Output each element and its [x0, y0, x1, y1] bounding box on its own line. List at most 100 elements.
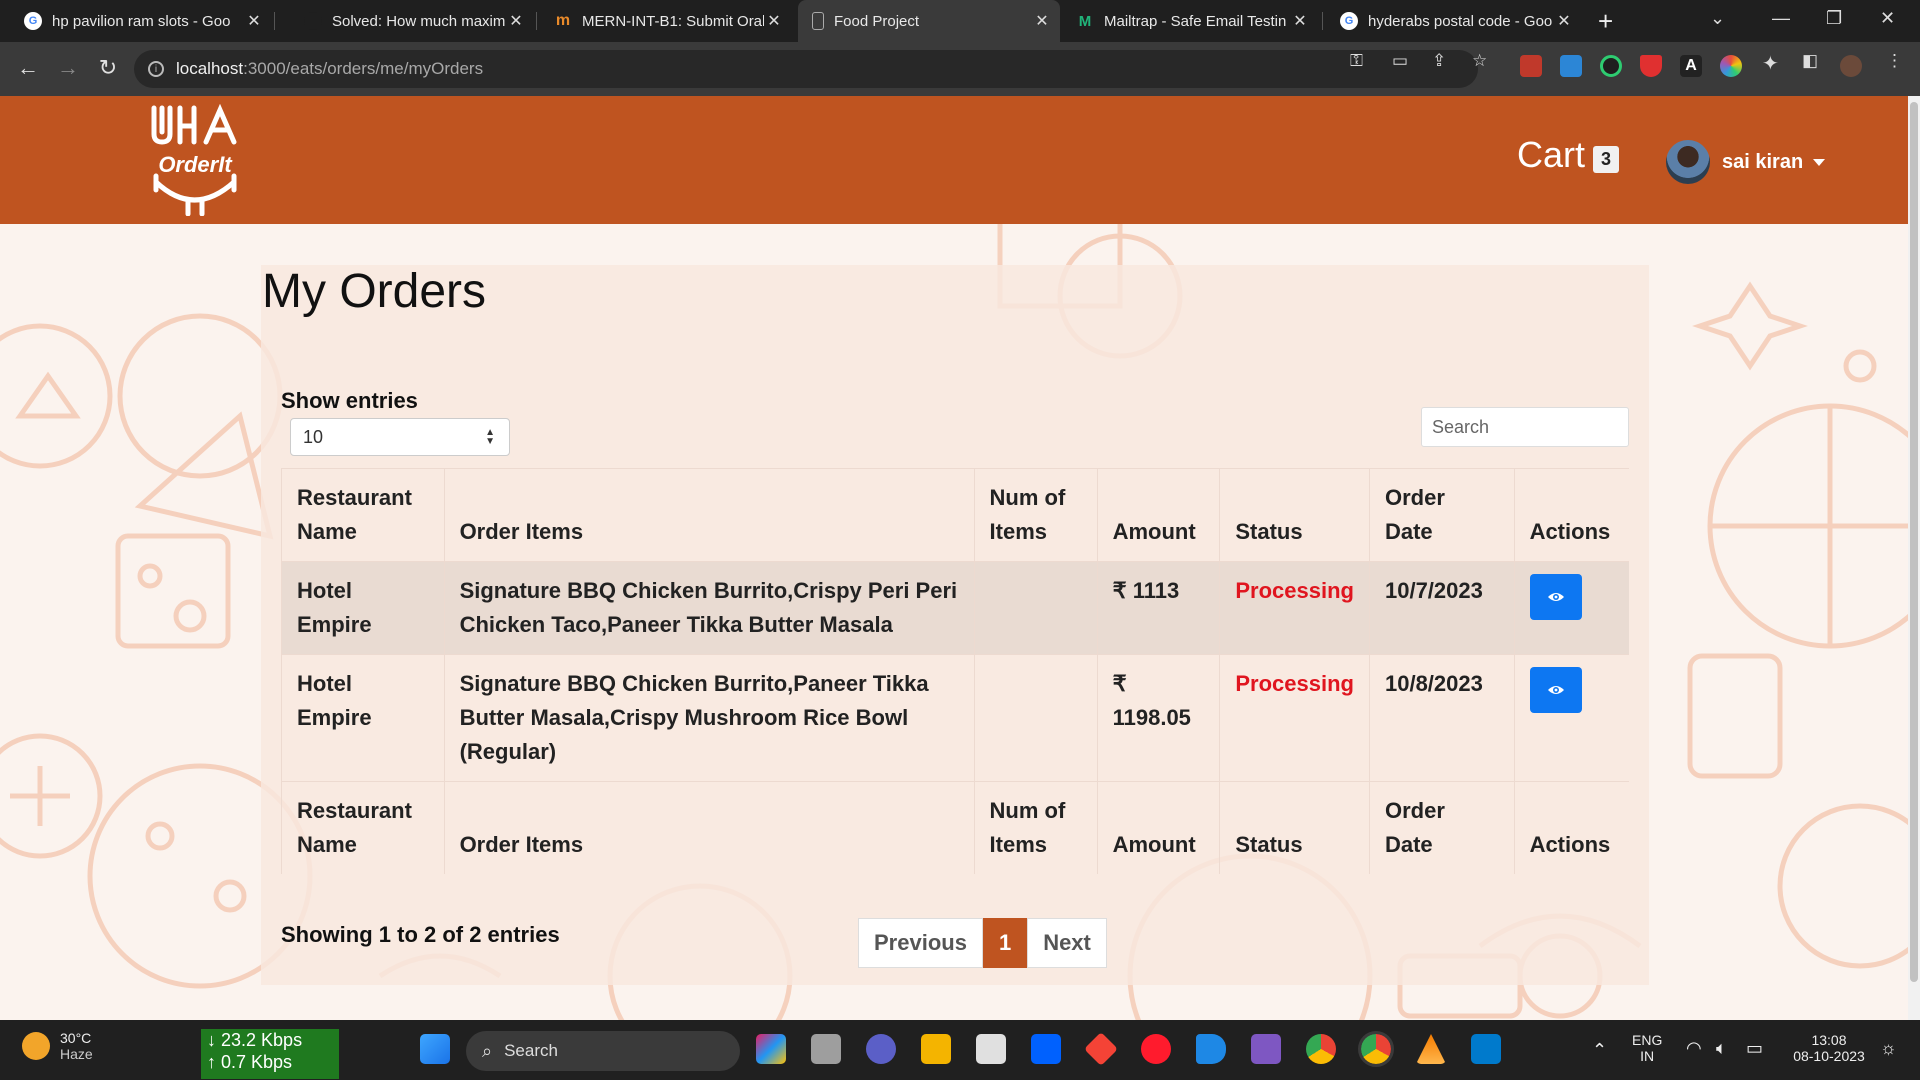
close-tab-icon[interactable]: ✕: [506, 11, 526, 31]
color-picker-extension-icon[interactable]: [1720, 55, 1742, 77]
profile-avatar-icon[interactable]: [1840, 55, 1862, 77]
card-icon[interactable]: ▭: [1392, 51, 1408, 71]
view-order-button[interactable]: [1529, 667, 1582, 713]
microsoft-store-icon[interactable]: [976, 1034, 1006, 1064]
tab-separator: [274, 12, 275, 30]
share-icon[interactable]: ⇪: [1432, 51, 1446, 71]
windows-start-icon[interactable]: [420, 1034, 450, 1064]
cell-actions: [1513, 654, 1629, 782]
pagination: Previous 1 Next: [858, 918, 1107, 968]
more-menu-icon[interactable]: ⋮: [1886, 51, 1903, 71]
tab-hp-pavilion[interactable]: G hp pavilion ram slots - Goo ✕: [10, 0, 272, 42]
cell-order-date: 10/8/2023: [1368, 654, 1515, 782]
chrome-icon[interactable]: [1306, 1034, 1336, 1064]
tab-mern[interactable]: m MERN-INT-B1: Submit Oral ✕: [540, 0, 792, 42]
shield-extension-icon[interactable]: [1640, 55, 1662, 77]
column-header-amount[interactable]: Amount: [1096, 468, 1220, 562]
opera-icon[interactable]: [1141, 1034, 1171, 1064]
extension-icon[interactable]: [1520, 55, 1542, 77]
tab-mailtrap[interactable]: M Mailtrap - Safe Email Testin ✕: [1062, 0, 1318, 42]
weather-widget[interactable]: 30°C Haze: [22, 1030, 93, 1062]
tray-chevron-up-icon[interactable]: ⌃: [1592, 1040, 1607, 1061]
tab-title: MERN-INT-B1: Submit Oral: [582, 12, 764, 30]
column-header-actions[interactable]: Actions: [1513, 468, 1629, 562]
close-window-icon[interactable]: ✕: [1880, 8, 1895, 29]
copilot-icon[interactable]: [756, 1034, 786, 1064]
clock-date: 08-10-2023: [1793, 1048, 1865, 1064]
download-extension-icon[interactable]: [1560, 55, 1582, 77]
font-extension-icon[interactable]: A: [1680, 55, 1702, 77]
wifi-icon[interactable]: ◠: [1686, 1038, 1702, 1059]
new-tab-icon[interactable]: +: [1598, 6, 1613, 37]
minimize-icon[interactable]: —: [1772, 8, 1790, 29]
tab-food-project[interactable]: Food Project ✕: [798, 0, 1060, 42]
close-tab-icon[interactable]: ✕: [1032, 11, 1052, 31]
column-header-num-items[interactable]: Num of Items: [973, 468, 1098, 562]
volume-icon[interactable]: 🔈︎: [1716, 1038, 1727, 1059]
back-icon[interactable]: ←: [14, 55, 42, 81]
cart-link[interactable]: Cart 3: [1517, 134, 1620, 176]
forward-icon[interactable]: →: [54, 55, 82, 81]
tab-hyderabs[interactable]: G hyderabs postal code - Goo ✕: [1326, 0, 1582, 42]
vlc-icon[interactable]: [1416, 1034, 1446, 1064]
user-menu[interactable]: sai kiran: [1666, 140, 1826, 184]
address-bar[interactable]: i localhost:3000/eats/orders/me/myOrders: [134, 50, 1478, 88]
scrollbar-thumb[interactable]: [1910, 102, 1918, 982]
extensions-puzzle-icon[interactable]: ✦: [1762, 51, 1779, 76]
tab-solved[interactable]: Solved: How much maximu ✕: [290, 0, 534, 42]
user-name: sai kiran: [1722, 150, 1804, 173]
media-player-icon[interactable]: [1251, 1034, 1281, 1064]
close-tab-icon[interactable]: ✕: [764, 11, 784, 31]
bookmark-star-icon[interactable]: ☆: [1472, 51, 1487, 71]
search-input[interactable]: [1421, 407, 1629, 447]
column-header-status[interactable]: Status: [1219, 468, 1370, 562]
extension-icon[interactable]: [1600, 55, 1622, 77]
view-order-button[interactable]: [1529, 574, 1582, 620]
cell-amount: ₹ 1198.05: [1096, 654, 1220, 782]
chrome-profile-icon[interactable]: [1358, 1031, 1394, 1067]
notifications-icon[interactable]: ☼: [1880, 1038, 1897, 1059]
page-icon: [812, 12, 824, 30]
anydesk-icon[interactable]: [1084, 1032, 1118, 1066]
page-scrollbar[interactable]: [1908, 96, 1920, 1020]
footer-header-status: Status: [1219, 781, 1370, 874]
taskbar-search[interactable]: ⌕ Search: [466, 1031, 740, 1071]
column-header-restaurant[interactable]: Restaurant Name: [281, 468, 445, 562]
cell-amount: ₹ 1113: [1096, 561, 1220, 655]
close-tab-icon[interactable]: ✕: [1290, 11, 1310, 31]
cell-order-items: Signature BBQ Chicken Burrito,Crispy Per…: [443, 561, 975, 655]
task-view-icon[interactable]: [811, 1034, 841, 1064]
dropbox-icon[interactable]: [1031, 1034, 1061, 1064]
battery-icon[interactable]: ▭: [1746, 1038, 1763, 1059]
orderit-logo[interactable]: OrderIt: [148, 104, 242, 216]
key-icon[interactable]: ⚿: [1350, 51, 1363, 71]
entries-select-value: 10: [303, 426, 324, 447]
entries-select[interactable]: 10 ▲ ▼: [290, 418, 510, 456]
cell-restaurant: Hotel Empire: [281, 654, 445, 782]
restore-icon[interactable]: ❐: [1826, 8, 1842, 29]
column-header-order-date[interactable]: Order Date: [1368, 468, 1515, 562]
clock-time: 13:08: [1811, 1032, 1847, 1048]
tab-title: hp pavilion ram slots - Goo: [52, 12, 231, 30]
close-tab-icon[interactable]: ✕: [1554, 11, 1574, 31]
next-page-button[interactable]: Next: [1027, 918, 1107, 968]
teams-chat-icon[interactable]: [866, 1034, 896, 1064]
file-explorer-icon[interactable]: [921, 1034, 951, 1064]
search-icon: ⌕: [482, 1040, 493, 1061]
close-tab-icon[interactable]: ✕: [244, 11, 264, 31]
bing-icon[interactable]: [1196, 1034, 1226, 1064]
cell-restaurant: Hotel Empire: [281, 561, 445, 655]
clock[interactable]: 13:08 08-10-2023: [1784, 1032, 1874, 1064]
tab-separator: [536, 12, 537, 30]
previous-page-button[interactable]: Previous: [858, 918, 983, 968]
tab-search-chevron-icon[interactable]: ⌄: [1710, 8, 1725, 29]
site-info-icon[interactable]: i: [148, 61, 164, 77]
table-footer-row: Restaurant Name Order Items Num of Items…: [281, 781, 1629, 874]
page-1-button[interactable]: 1: [982, 918, 1028, 968]
vscode-icon[interactable]: [1471, 1034, 1501, 1064]
reload-icon[interactable]: ↻: [94, 55, 122, 81]
language-indicator[interactable]: ENG IN: [1632, 1032, 1662, 1064]
column-header-order-items[interactable]: Order Items: [443, 468, 975, 562]
download-speed: ↓ 23.2 Kbps: [207, 1030, 303, 1050]
side-panel-icon[interactable]: ◧: [1802, 51, 1818, 71]
